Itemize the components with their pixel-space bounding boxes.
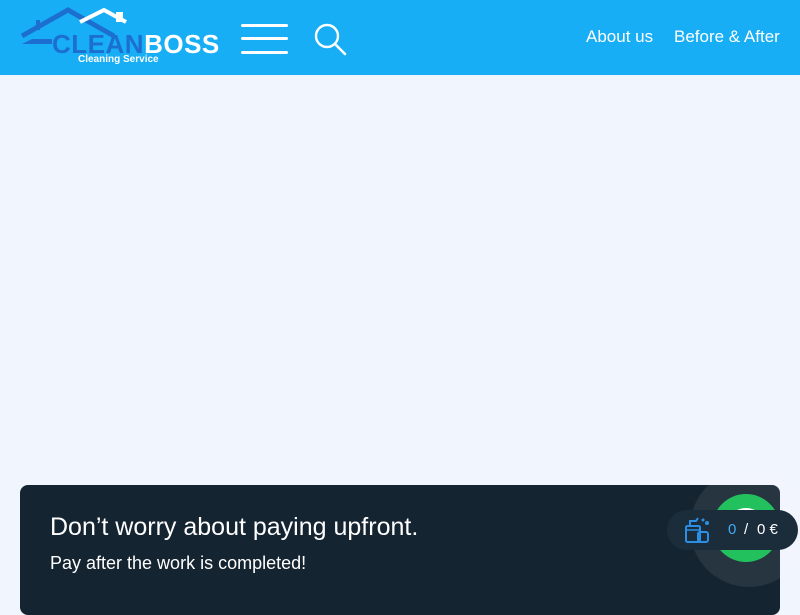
- cart-separator: /: [744, 521, 749, 538]
- nav-link-about-us[interactable]: About us: [586, 27, 653, 47]
- hamburger-menu-icon[interactable]: [241, 22, 289, 56]
- banner-subtitle: Pay after the work is completed!: [50, 553, 307, 573]
- menu-bar-bottom: [241, 51, 288, 54]
- site-header: CLEANBOSS Cleaning Service About us Befo…: [0, 0, 800, 75]
- menu-bar-top: [241, 24, 288, 27]
- search-magnifier-glyph: [314, 23, 347, 56]
- menu-bar-middle: [241, 37, 288, 40]
- nav-link-before-after[interactable]: Before & After: [674, 27, 780, 47]
- cart-total: 0 €: [757, 521, 778, 538]
- cleanboss-logo[interactable]: CLEANBOSS Cleaning Service: [18, 6, 219, 68]
- cleaning-supplies-icon: [685, 517, 709, 543]
- banner-title: Don’t worry about paying upfront.: [50, 513, 419, 541]
- logo-tagline: Cleaning Service: [78, 54, 159, 65]
- pay-after-banner: Don’t worry about paying upfront. Pay af…: [20, 485, 780, 615]
- cart-item-count: 0: [728, 521, 737, 538]
- cart-summary[interactable]: 0 / 0 €: [667, 510, 798, 550]
- search-icon[interactable]: [313, 22, 347, 56]
